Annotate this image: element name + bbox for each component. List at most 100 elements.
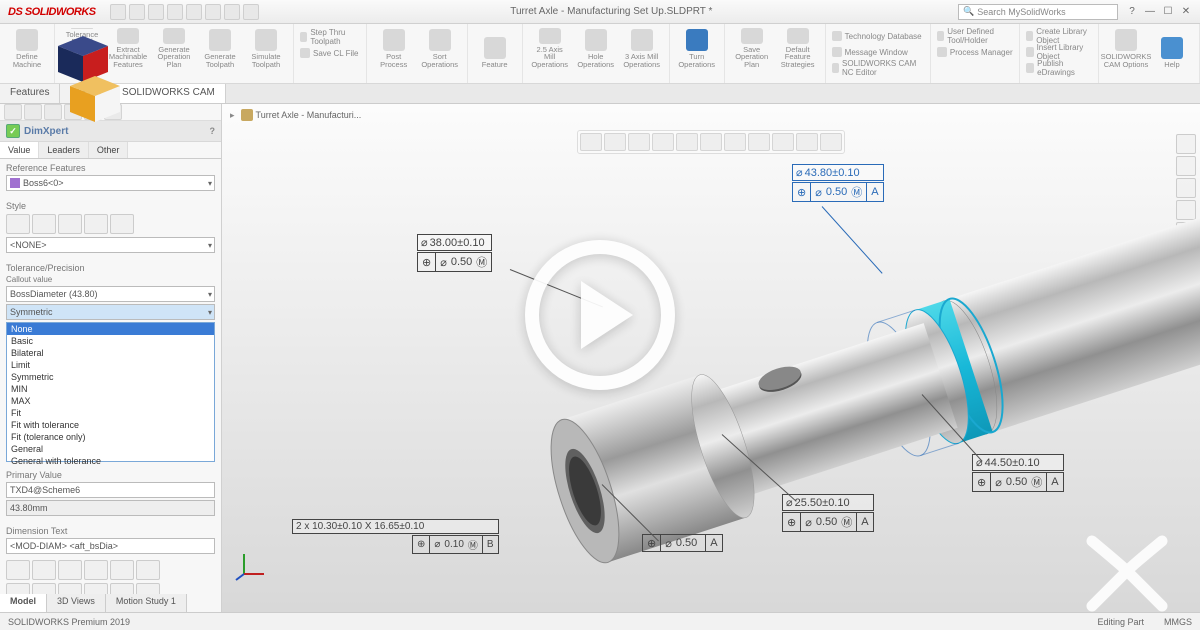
tolerance-option[interactable]: Basic [7, 335, 214, 347]
subtab-leaders[interactable]: Leaders [39, 142, 89, 158]
save-cl-button[interactable]: Save CL File [300, 46, 360, 60]
style-icon[interactable] [84, 214, 108, 234]
generate-plan-button[interactable]: Generate Operation Plan [153, 26, 195, 70]
step-thru-button[interactable]: Step Thru Toolpath [300, 30, 360, 44]
search-input[interactable]: 🔍Search MySolidWorks [958, 4, 1118, 20]
qat-options-icon[interactable] [243, 4, 259, 20]
nc-editor-button[interactable]: SOLIDWORKS CAM NC Editor [832, 61, 924, 75]
dimension-callout[interactable]: ⌀43.80±0.10 ⊕⌀ 0.50 ⓂA [792, 164, 884, 202]
ref-features-field[interactable]: Boss6<0>▾ [6, 175, 215, 191]
subtab-other[interactable]: Other [89, 142, 129, 158]
qat-open-icon[interactable] [129, 4, 145, 20]
qat-save-icon[interactable] [148, 4, 164, 20]
view-icon[interactable] [796, 133, 818, 151]
post-process-button[interactable]: Post Process [373, 26, 415, 70]
edrawings-button[interactable]: Publish eDrawings [1026, 61, 1092, 75]
style-icon[interactable] [58, 214, 82, 234]
tech-db-button[interactable]: Technology Database [832, 29, 924, 43]
view-icon[interactable] [604, 133, 626, 151]
cam-options-button[interactable]: SOLIDWORKS CAM Options [1105, 26, 1147, 70]
msg-window-button[interactable]: Message Window [832, 45, 924, 59]
qat-redo-icon[interactable] [205, 4, 221, 20]
tolerance-option[interactable]: Fit with tolerance [7, 419, 214, 431]
status-units[interactable]: MMGS [1164, 617, 1192, 627]
panel-subtabs: Value Leaders Other [0, 142, 221, 159]
dimension-callout[interactable]: ⌀38.00±0.10 ⊕⌀ 0.50 Ⓜ [417, 234, 492, 272]
qat-print-icon[interactable] [167, 4, 183, 20]
style-icon[interactable] [110, 214, 134, 234]
create-lib-button[interactable]: Create Library Object [1026, 29, 1092, 43]
ok-icon[interactable]: ✓ [6, 124, 20, 138]
text-format-icon[interactable] [136, 560, 160, 580]
view-icon[interactable] [772, 133, 794, 151]
style-icon[interactable] [32, 214, 56, 234]
3axis-button[interactable]: 3 Axis Mill Operations [621, 26, 663, 70]
default-strategies-button[interactable]: Default Feature Strategies [777, 26, 819, 70]
text-format-icon[interactable] [58, 560, 82, 580]
tolerance-option[interactable]: Fit (tolerance only) [7, 431, 214, 443]
sort-ops-button[interactable]: Sort Operations [419, 26, 461, 70]
text-format-icon[interactable] [6, 560, 30, 580]
viewport[interactable]: ▸ Turret Axle - Manufacturi... [222, 104, 1200, 612]
tolerance-type-dropdown[interactable]: Symmetric▾ [6, 304, 215, 320]
callout-value-dropdown[interactable]: BossDiameter (43.80)▾ [6, 286, 215, 302]
view-icon[interactable] [580, 133, 602, 151]
tolerance-option[interactable]: Limit [7, 359, 214, 371]
save-op-plan-button[interactable]: Save Operation Plan [731, 26, 773, 70]
tolerance-option[interactable]: MAX [7, 395, 214, 407]
help-button[interactable]: Help [1151, 26, 1193, 70]
tolerance-option[interactable]: Fit [7, 407, 214, 419]
minimize-icon[interactable]: — [1142, 5, 1158, 19]
tab-3dviews[interactable]: 3D Views [47, 594, 106, 612]
taskpane-icon[interactable] [1176, 156, 1196, 176]
25axis-button[interactable]: 2.5 Axis Mill Operations [529, 26, 571, 70]
process-mgr-button[interactable]: Process Manager [937, 45, 1013, 59]
text-format-icon[interactable] [32, 560, 56, 580]
view-icon[interactable] [676, 133, 698, 151]
tab-model[interactable]: Model [0, 594, 47, 612]
dim-text-field[interactable]: <MOD-DIAM> <aft_bsDia> [6, 538, 215, 554]
view-icon[interactable] [724, 133, 746, 151]
primary-name-field[interactable]: TXD4@Scheme6 [6, 482, 215, 498]
tolerance-option[interactable]: None [7, 323, 214, 335]
text-format-icon[interactable] [84, 560, 108, 580]
breadcrumb[interactable]: Turret Axle - Manufacturi... [241, 109, 362, 121]
qat-rebuild-icon[interactable] [224, 4, 240, 20]
qat-new-icon[interactable] [110, 4, 126, 20]
toolholder-button[interactable]: User Defined Tool/Holder [937, 29, 1013, 43]
qat-undo-icon[interactable] [186, 4, 202, 20]
feature-button[interactable]: Feature [474, 26, 516, 70]
text-format-icon[interactable] [110, 560, 134, 580]
tree-icon[interactable] [4, 104, 22, 120]
view-icon[interactable] [652, 133, 674, 151]
help-icon[interactable]: ? [1124, 5, 1140, 19]
maximize-icon[interactable]: ☐ [1160, 5, 1176, 19]
tolerance-option[interactable]: Bilateral [7, 347, 214, 359]
play-button-overlay[interactable] [525, 240, 675, 390]
panel-help-icon[interactable]: ? [210, 126, 216, 136]
tolerance-option[interactable]: General [7, 443, 214, 455]
simulate-toolpath-button[interactable]: Simulate Toolpath [245, 26, 287, 70]
orientation-triad[interactable] [234, 546, 270, 582]
style-icon[interactable] [6, 214, 30, 234]
subtab-value[interactable]: Value [0, 142, 39, 158]
tolerance-option[interactable]: Symmetric [7, 371, 214, 383]
generate-toolpath-button[interactable]: Generate Toolpath [199, 26, 241, 70]
tolerance-option[interactable]: MIN [7, 383, 214, 395]
view-icon[interactable] [628, 133, 650, 151]
document-title: Turret Axle - Manufacturing Set Up.SLDPR… [265, 6, 958, 17]
tab-motion[interactable]: Motion Study 1 [106, 594, 187, 612]
taskpane-icon[interactable] [1176, 134, 1196, 154]
view-icon[interactable] [700, 133, 722, 151]
close-icon[interactable]: ✕ [1178, 5, 1194, 19]
dimension-callout[interactable]: 2 x 10.30±0.10 X 16.65±0.10 ⊕⌀ 0.10 ⓂB [292, 519, 499, 554]
hole-ops-button[interactable]: Hole Operations [575, 26, 617, 70]
turn-ops-button[interactable]: Turn Operations [676, 26, 718, 70]
view-icon[interactable] [820, 133, 842, 151]
status-mode: Editing Part [1097, 617, 1144, 627]
insert-lib-button[interactable]: Insert Library Object [1026, 45, 1092, 59]
style-dropdown[interactable]: <NONE>▾ [6, 237, 215, 253]
dimension-callout[interactable]: ⌀44.50±0.10 ⊕⌀ 0.50 ⓂA [972, 454, 1064, 492]
dim-text-label: Dimension Text [6, 526, 215, 536]
view-icon[interactable] [748, 133, 770, 151]
